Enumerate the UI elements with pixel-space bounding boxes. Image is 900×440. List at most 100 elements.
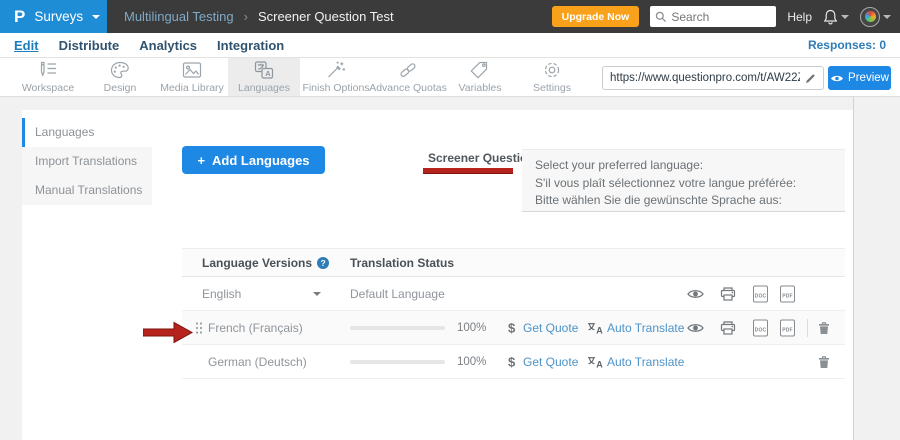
tab-integration[interactable]: Integration	[217, 38, 284, 53]
toolbar-item-workspace[interactable]: Workspace	[12, 58, 84, 96]
tab-edit[interactable]: Edit	[14, 38, 39, 53]
toolbar-item-finish-options[interactable]: Finish Options	[300, 58, 372, 96]
responses-count[interactable]: Responses: 0	[808, 38, 886, 52]
screener-line-english: Select your preferred language:	[535, 157, 832, 175]
survey-url-box[interactable]	[602, 66, 824, 90]
edit-url-pencil-icon[interactable]	[805, 73, 816, 84]
toolbar-item-variables[interactable]: Variables	[444, 58, 516, 96]
languages-icon: A	[253, 60, 275, 80]
toolbar-item-design[interactable]: Design	[84, 58, 156, 96]
toolbar-item-label: Finish Options	[302, 82, 369, 94]
avatar	[860, 7, 880, 27]
help-link[interactable]: Help	[787, 10, 812, 24]
translation-progress-label: 100%	[457, 356, 486, 368]
chevron-down-icon	[883, 15, 891, 19]
trash-icon	[818, 355, 830, 369]
toolbar-item-label: Variables	[459, 82, 502, 94]
auto-translate-link[interactable]: Auto Translate	[607, 355, 684, 369]
search-input[interactable]	[671, 10, 771, 24]
design-icon	[109, 60, 131, 80]
delete-language-button[interactable]	[818, 355, 830, 369]
account-menu[interactable]	[860, 7, 891, 27]
print-button[interactable]	[720, 320, 736, 335]
tab-distribute[interactable]: Distribute	[59, 38, 120, 53]
workspace-icon	[37, 60, 59, 80]
add-languages-label: Add Languages	[212, 153, 310, 168]
drag-dots-icon	[195, 321, 203, 334]
translate-letter: A	[596, 325, 603, 334]
add-languages-button[interactable]: + Add Languages	[182, 146, 325, 174]
column-language-versions: Language Versions ?	[202, 256, 329, 270]
export-doc-icon[interactable]: DOC	[753, 319, 768, 336]
drag-handle[interactable]	[195, 321, 203, 334]
edit-toolbar: Workspace Design Media Library	[0, 58, 900, 97]
translate-icon[interactable]: A	[587, 355, 604, 368]
translate-glyph-icon: A	[587, 355, 604, 368]
toolbar-item-settings[interactable]: Settings	[516, 58, 588, 96]
surveys-product-menu[interactable]: P Surveys	[0, 0, 107, 33]
survey-nav: Edit Distribute Analytics Integration Re…	[0, 33, 900, 58]
sidebar-item-import-translations[interactable]: Import Translations	[22, 147, 152, 176]
upgrade-now-button[interactable]: Upgrade Now	[552, 6, 640, 27]
plus-icon: +	[197, 153, 205, 168]
translation-progress-bar	[350, 360, 445, 364]
column-translation-status: Translation Status	[350, 256, 454, 270]
translate-letter: A	[596, 359, 603, 368]
breadcrumb-separator-icon: ›	[244, 9, 248, 24]
toolbar-item-advance-quotas[interactable]: Advance Quotas	[372, 58, 444, 96]
sidebar-item-languages[interactable]: Languages	[22, 118, 152, 147]
sidebar-item-manual-translations[interactable]: Manual Translations	[22, 176, 152, 205]
screener-question-preview: Select your preferred language: S'il vou…	[522, 149, 845, 212]
header-actions: Upgrade Now Help	[552, 6, 900, 27]
languages-icon-letter: A	[265, 69, 271, 78]
translate-glyph-icon: A	[587, 321, 604, 334]
dollar-icon[interactable]: $	[508, 320, 515, 335]
chevron-down-icon[interactable]	[313, 292, 321, 296]
tab-analytics[interactable]: Analytics	[139, 38, 197, 53]
search-box[interactable]	[650, 6, 776, 27]
questionpro-logo: P	[14, 7, 25, 27]
translation-status-value: Default Language	[350, 287, 445, 301]
help-icon[interactable]: ?	[317, 257, 329, 269]
toolbar-item-languages[interactable]: A Languages	[228, 58, 300, 96]
export-pdf-icon[interactable]: PDF	[780, 319, 795, 336]
preview-language-button[interactable]	[687, 288, 704, 299]
annotation-arrow	[143, 321, 193, 344]
get-quote-link[interactable]: Get Quote	[523, 321, 578, 335]
eye-icon	[687, 322, 704, 333]
delete-language-button[interactable]	[818, 321, 830, 335]
survey-url-input[interactable]	[610, 72, 800, 84]
toolbar-item-label: Settings	[533, 82, 571, 94]
export-doc-icon[interactable]: DOC	[753, 285, 768, 302]
preview-button[interactable]: Preview	[828, 66, 891, 90]
language-versions-table: Language Versions ? Translation Status E…	[182, 248, 845, 379]
toolbar-item-media-library[interactable]: Media Library	[156, 58, 228, 96]
toolbar-item-label: Media Library	[160, 82, 224, 94]
annotation-underline	[423, 168, 513, 173]
product-name: Surveys	[34, 9, 83, 24]
table-row-french: French (Français) 100% $ Get Quote A Aut…	[182, 311, 845, 345]
printer-icon	[720, 320, 736, 335]
toolbar-item-label: Languages	[238, 82, 290, 94]
notifications-menu[interactable]	[823, 9, 849, 25]
media-library-icon	[181, 60, 203, 80]
translation-progress-label: 100%	[457, 322, 486, 334]
get-quote-link[interactable]: Get Quote	[523, 355, 578, 369]
variables-icon	[469, 60, 491, 80]
print-button[interactable]	[720, 286, 736, 301]
preview-language-button[interactable]	[687, 322, 704, 333]
dollar-icon[interactable]: $	[508, 354, 515, 369]
language-versions-header-label: Language Versions	[202, 256, 312, 270]
language-select[interactable]: English	[202, 287, 241, 301]
chevron-down-icon	[92, 15, 100, 19]
scrollbar[interactable]	[853, 97, 854, 440]
bell-icon	[823, 9, 838, 25]
breadcrumb-parent[interactable]: Multilingual Testing	[124, 9, 234, 24]
languages-panel: Languages Import Translations Manual Tra…	[22, 110, 853, 440]
avatar-logo	[865, 11, 876, 22]
export-pdf-icon[interactable]: PDF	[780, 285, 795, 302]
auto-translate-link[interactable]: Auto Translate	[607, 321, 684, 335]
toolbar-item-label: Advance Quotas	[369, 82, 447, 94]
screener-line-german: Bitte wählen Sie die gewünschte Sprache …	[535, 192, 832, 210]
translate-icon[interactable]: A	[587, 321, 604, 334]
